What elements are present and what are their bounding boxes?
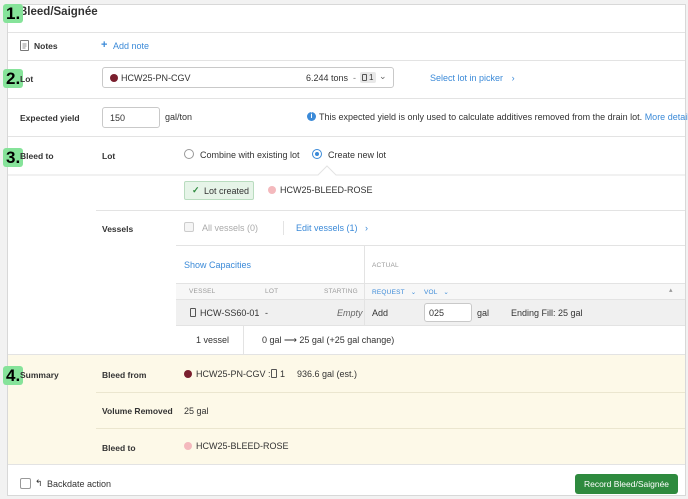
expected-yield-unit: gal/ton	[165, 112, 193, 122]
row-starting: Empty	[337, 308, 363, 318]
vessel-count-chip: 1	[360, 72, 376, 83]
undo-arrow-icon: ↰	[35, 478, 43, 488]
chevron-down-icon: ⌄	[410, 289, 417, 296]
vessels-label: Vessels	[102, 224, 134, 234]
backdate-label[interactable]: Backdate action	[47, 479, 111, 489]
divider	[8, 136, 685, 137]
summary-bleed-to-lot: HCW25-BLEED-ROSE	[196, 441, 289, 451]
lot-created-badge: ✓ Lot created	[184, 181, 254, 200]
edit-vessels-link[interactable]: Edit vessels (1) ›	[296, 223, 368, 233]
volume-unit: gal	[477, 308, 490, 318]
divider	[96, 210, 685, 211]
summary-label: Summary	[20, 370, 59, 380]
create-new-lot-label[interactable]: Create new lot	[328, 150, 386, 160]
select-lot-in-picker-link[interactable]: Select lot in picker ›	[430, 73, 515, 83]
summary-bleed-to-label: Bleed to	[102, 443, 136, 453]
expected-yield-label: Expected yield	[20, 113, 80, 123]
ending-fill: Ending Fill: 25 gal	[511, 308, 583, 318]
column-vol-label: VOL	[424, 289, 438, 296]
column-lot: LOT	[265, 288, 279, 295]
actual-header: ACTUAL	[372, 262, 399, 269]
divider	[8, 464, 685, 465]
caret-icon: ▴	[669, 287, 673, 294]
add-note-plus-icon[interactable]: +	[101, 39, 107, 51]
column-starting: STARTING	[324, 288, 358, 295]
all-vessels-label: All vessels (0)	[202, 223, 259, 233]
row-vessel: HCW-SS60-01	[200, 308, 260, 318]
expected-yield-value: 150	[110, 113, 126, 123]
divider	[96, 428, 685, 429]
vessel-footer-count: 1 vessel	[196, 335, 230, 345]
column-vessel: VESSEL	[189, 288, 216, 295]
chevron-right-icon: ›	[365, 223, 369, 233]
more-details-link[interactable]: More details.	[645, 112, 688, 122]
bleed-to-color-dot	[184, 442, 192, 450]
row-request: Add	[372, 308, 389, 318]
lot-select-value: HCW25-PN-CGV	[121, 73, 191, 83]
column-request-label: REQUEST	[372, 289, 405, 296]
info-icon: i	[307, 112, 316, 121]
vessel-footer-change: 0 gal ⟶ 25 gal (+25 gal change)	[262, 335, 395, 345]
column-request[interactable]: REQUEST ⌄	[372, 288, 416, 296]
expected-yield-input[interactable]: 150	[102, 107, 160, 128]
step-badge-1: 1.	[3, 4, 24, 23]
chevron-right-icon: ›	[511, 73, 515, 83]
notes-label: Notes	[34, 41, 58, 51]
checkmark-icon: ✓	[192, 185, 200, 195]
divider	[8, 60, 685, 61]
divider	[283, 221, 284, 235]
divider	[176, 245, 685, 246]
bleed-to-lot-label: Lot	[102, 151, 116, 161]
notes-icon	[20, 40, 29, 51]
create-lot-panel-connector	[8, 165, 685, 176]
divider	[8, 98, 685, 99]
new-lot-color-dot	[268, 186, 276, 194]
row-lot: -	[265, 308, 268, 318]
edit-vessels-label: Edit vessels (1)	[296, 223, 358, 233]
lot-color-dot	[110, 74, 118, 82]
create-new-lot-radio[interactable]	[312, 149, 322, 159]
lot-label: Lot	[20, 74, 34, 84]
divider	[8, 32, 685, 33]
combine-existing-radio[interactable]	[184, 149, 194, 159]
show-capacities-link[interactable]: Show Capacities	[184, 260, 251, 270]
divider	[364, 300, 365, 326]
lot-select[interactable]: HCW25-PN-CGV 6.244 tons - 1 ⌄	[102, 67, 394, 88]
volume-value: 025	[429, 308, 445, 318]
all-vessels-checkbox[interactable]	[184, 222, 194, 232]
column-vol[interactable]: VOL ⌄	[424, 288, 449, 296]
divider	[364, 283, 365, 300]
lot-created-label: Lot created	[204, 186, 250, 196]
chevron-down-icon[interactable]: ⌄	[379, 71, 387, 82]
expected-yield-info-text: This expected yield is only used to calc…	[319, 112, 643, 122]
bleed-from-volume: 936.6 gal (est.)	[297, 369, 358, 379]
vessel-count: 1	[369, 73, 374, 82]
bleed-from-lot: HCW25-PN-CGV :	[196, 369, 271, 379]
divider	[243, 326, 244, 354]
volume-removed-label: Volume Removed	[102, 406, 173, 416]
bleed-to-label: Bleed to	[20, 151, 54, 161]
record-bleed-button[interactable]: Record Bleed/Saignée	[575, 474, 678, 494]
combine-existing-label[interactable]: Combine with existing lot	[200, 150, 300, 160]
vessel-icon	[362, 74, 367, 81]
vessel-icon	[271, 369, 277, 378]
divider	[364, 246, 365, 283]
bleed-from-vessels: 1	[280, 369, 286, 379]
bleed-from-label: Bleed from	[102, 370, 147, 380]
separator: -	[353, 73, 356, 83]
expected-yield-info: This expected yield is only used to calc…	[319, 112, 688, 122]
divider	[96, 392, 685, 393]
divider	[8, 354, 685, 355]
chevron-down-icon: ⌄	[443, 289, 450, 296]
volume-removed-value: 25 gal	[184, 406, 209, 416]
backdate-checkbox[interactable]	[20, 478, 31, 489]
lot-quantity: 6.244 tons	[306, 73, 349, 83]
add-note-link[interactable]: Add note	[113, 41, 149, 51]
bleed-from-color-dot	[184, 370, 192, 378]
new-lot-name: HCW25-BLEED-ROSE	[280, 185, 373, 195]
volume-input[interactable]: 025	[424, 303, 472, 322]
page-title: Bleed/Saignée	[19, 6, 98, 18]
select-lot-in-picker-label: Select lot in picker	[430, 73, 504, 83]
vessel-icon	[190, 308, 196, 317]
